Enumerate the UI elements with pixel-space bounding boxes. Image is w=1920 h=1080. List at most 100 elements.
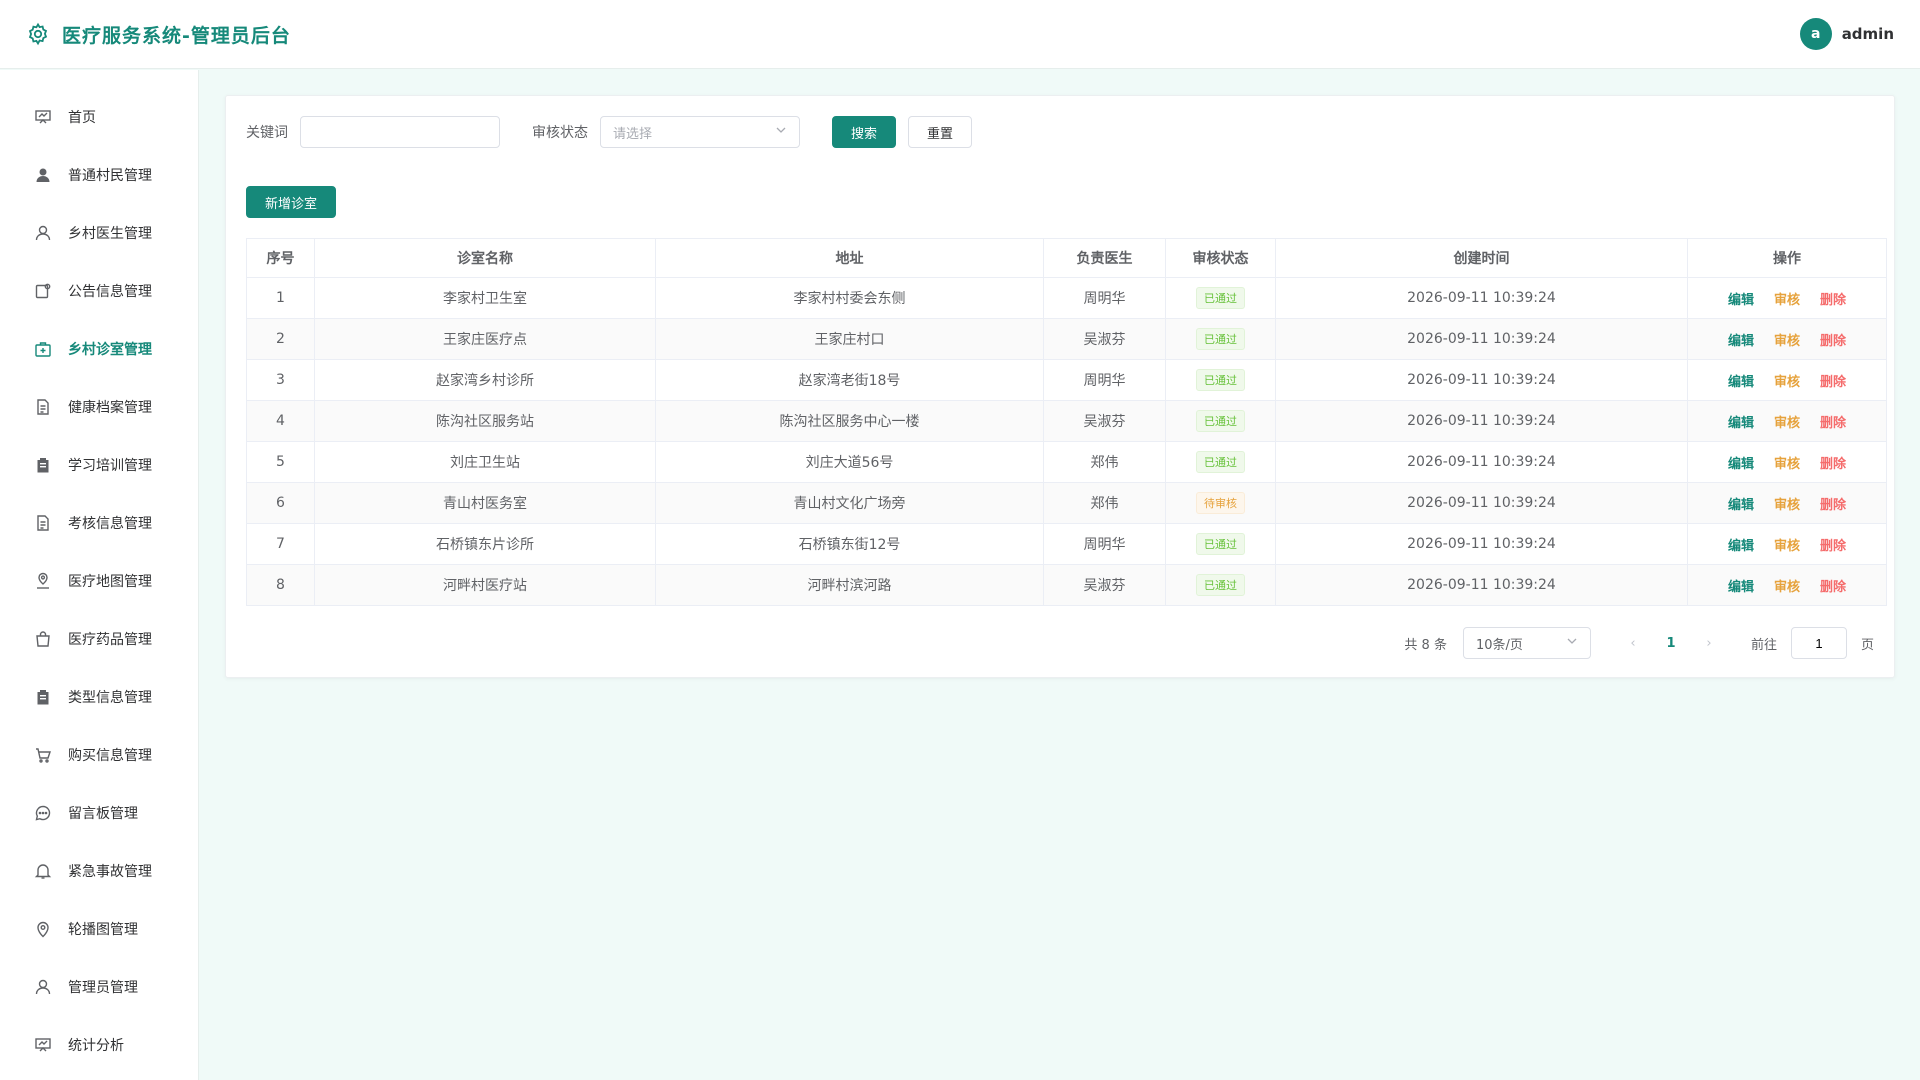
page-size-select[interactable]: 10条/页 [1462,627,1591,659]
col-header: 操作 [1687,238,1887,278]
page-number[interactable]: 1 [1659,636,1683,651]
keyword-input[interactable] [300,116,500,148]
created-time: 2026-09-11 10:39:24 [1275,523,1688,565]
cart-icon [34,746,52,764]
status-badge: 已通过 [1196,574,1245,596]
sidebar-item[interactable]: 公告信息管理 [0,262,198,320]
delete-button[interactable]: 删除 [1820,334,1846,349]
actions-cell: 编辑 审核 删除 [1687,523,1887,565]
delete-button[interactable]: 删除 [1820,539,1846,554]
user-filled-icon [34,166,52,184]
sidebar-item[interactable]: 首页 [0,88,198,146]
add-clinic-button[interactable]: 新增诊室 [246,186,337,218]
edit-button[interactable]: 编辑 [1728,334,1754,349]
audit-button[interactable]: 审核 [1774,375,1800,390]
sidebar: 首页普通村民管理 乡村医生管理公告信息管理 乡村诊室管理健康档案管理 学习培训管理考核… [0,70,199,1080]
sidebar-item[interactable]: 管理员管理 [0,958,198,1016]
sidebar-item[interactable]: 留言板管理 [0,784,198,842]
status-cell: 待审核 [1165,482,1276,524]
sidebar-item-label: 乡村医生管理 [68,226,152,242]
delete-button[interactable]: 删除 [1820,293,1846,308]
document-icon [34,398,52,416]
sidebar-item-label: 学习培训管理 [68,458,152,474]
prev-page-icon[interactable]: ‹ [1621,636,1645,651]
next-page-icon[interactable]: › [1697,636,1721,651]
row-number: 4 [246,400,315,442]
audit-button[interactable]: 审核 [1774,416,1800,431]
sidebar-item-label: 留言板管理 [68,806,138,822]
clinic-name: 赵家湾乡村诊所 [314,359,656,401]
sidebar-item[interactable]: 医疗地图管理 [0,552,198,610]
created-time: 2026-09-11 10:39:24 [1275,482,1688,524]
delete-button[interactable]: 删除 [1820,416,1846,431]
audit-button[interactable]: 审核 [1774,539,1800,554]
delete-button[interactable]: 删除 [1820,457,1846,472]
audit-button[interactable]: 审核 [1774,457,1800,472]
doctor-name: 郑伟 [1043,482,1166,524]
pagination: 共 8 条 10条/页 ‹ 1 › 前往 页 [1404,627,1874,659]
main-card: 关键词 审核状态 请选择 搜索 重置 新增诊室 序号 诊室名称 地址 负责医生 … [225,95,1895,678]
sidebar-item[interactable]: 乡村诊室管理 [0,320,198,378]
username[interactable]: admin [1842,25,1894,43]
location-icon [34,920,52,938]
sidebar-item-label: 健康档案管理 [68,400,152,416]
audit-button[interactable]: 审核 [1774,498,1800,513]
sidebar-item[interactable]: 类型信息管理 [0,668,198,726]
edit-button[interactable]: 编辑 [1728,375,1754,390]
table-row: 3 赵家湾乡村诊所 赵家湾老街18号 周明华 已通过 2026-09-11 10:39:2… [246,359,1887,401]
reset-button[interactable]: 重置 [908,116,973,148]
clinic-name: 陈沟社区服务站 [314,400,656,442]
audit-button[interactable]: 审核 [1774,580,1800,595]
doctor-name: 吴淑芬 [1043,318,1166,360]
status-badge: 已通过 [1196,369,1245,391]
keyword-label: 关键词 [246,125,288,141]
row-number: 7 [246,523,315,565]
table-row: 6 青山村医务室 青山村文化广场旁 郑伟 待审核 2026-09-11 10:39:24 编… [246,482,1887,524]
sidebar-item[interactable]: 轮播图管理 [0,900,198,958]
table-row: 5 刘庄卫生站 刘庄大道56号 郑伟 已通过 2026-09-11 10:39:24 编辑 审… [246,441,1887,483]
sidebar-item[interactable]: 学习培训管理 [0,436,198,494]
actions-cell: 编辑 审核 删除 [1687,564,1887,606]
search-button[interactable]: 搜索 [832,116,897,148]
edit-button[interactable]: 编辑 [1728,580,1754,595]
avatar[interactable]: a [1799,18,1832,50]
edit-button[interactable]: 编辑 [1728,457,1754,472]
status-select[interactable]: 请选择 [600,116,800,148]
clinic-address: 河畔村滨河路 [655,564,1044,606]
actions-cell: 编辑 审核 删除 [1687,400,1887,442]
sidebar-item-label: 管理员管理 [68,980,138,996]
delete-button[interactable]: 删除 [1820,498,1846,513]
row-number: 3 [246,359,315,401]
edit-button[interactable]: 编辑 [1728,498,1754,513]
sidebar-item[interactable]: 健康档案管理 [0,378,198,436]
sidebar-item[interactable]: 普通村民管理 [0,146,198,204]
sidebar-item[interactable]: 统计分析 [0,1016,198,1074]
clipboard-icon [34,688,52,706]
clinic-table: 序号 诊室名称 地址 负责医生 审核状态 创建时间 操作 1 李家村卫生室 李家村村… [246,238,1887,606]
sidebar-item[interactable]: 考核信息管理 [0,494,198,552]
sidebar-item[interactable]: 紧急事故管理 [0,842,198,900]
edit-button[interactable]: 编辑 [1728,539,1754,554]
clinic-address: 刘庄大道56号 [655,441,1044,483]
row-number: 8 [246,564,315,606]
sidebar-item-label: 普通村民管理 [68,168,152,184]
goto-page-input[interactable] [1790,627,1847,659]
col-header: 地址 [655,238,1044,278]
actions-cell: 编辑 审核 删除 [1687,277,1887,319]
audit-button[interactable]: 审核 [1774,334,1800,349]
audit-button[interactable]: 审核 [1774,293,1800,308]
status-badge: 已通过 [1196,287,1245,309]
delete-button[interactable]: 删除 [1820,375,1846,390]
sidebar-item[interactable]: 乡村医生管理 [0,204,198,262]
sidebar-item[interactable]: 医疗药品管理 [0,610,198,668]
edit-button[interactable]: 编辑 [1728,293,1754,308]
user-icon [34,978,52,996]
edit-button[interactable]: 编辑 [1728,416,1754,431]
created-time: 2026-09-11 10:39:24 [1275,400,1688,442]
delete-button[interactable]: 删除 [1820,580,1846,595]
user-menu[interactable]: a admin [1799,18,1894,50]
add-row: 新增诊室 [246,186,1874,218]
user-icon [34,224,52,242]
created-time: 2026-09-11 10:39:24 [1275,359,1688,401]
sidebar-item[interactable]: 购买信息管理 [0,726,198,784]
